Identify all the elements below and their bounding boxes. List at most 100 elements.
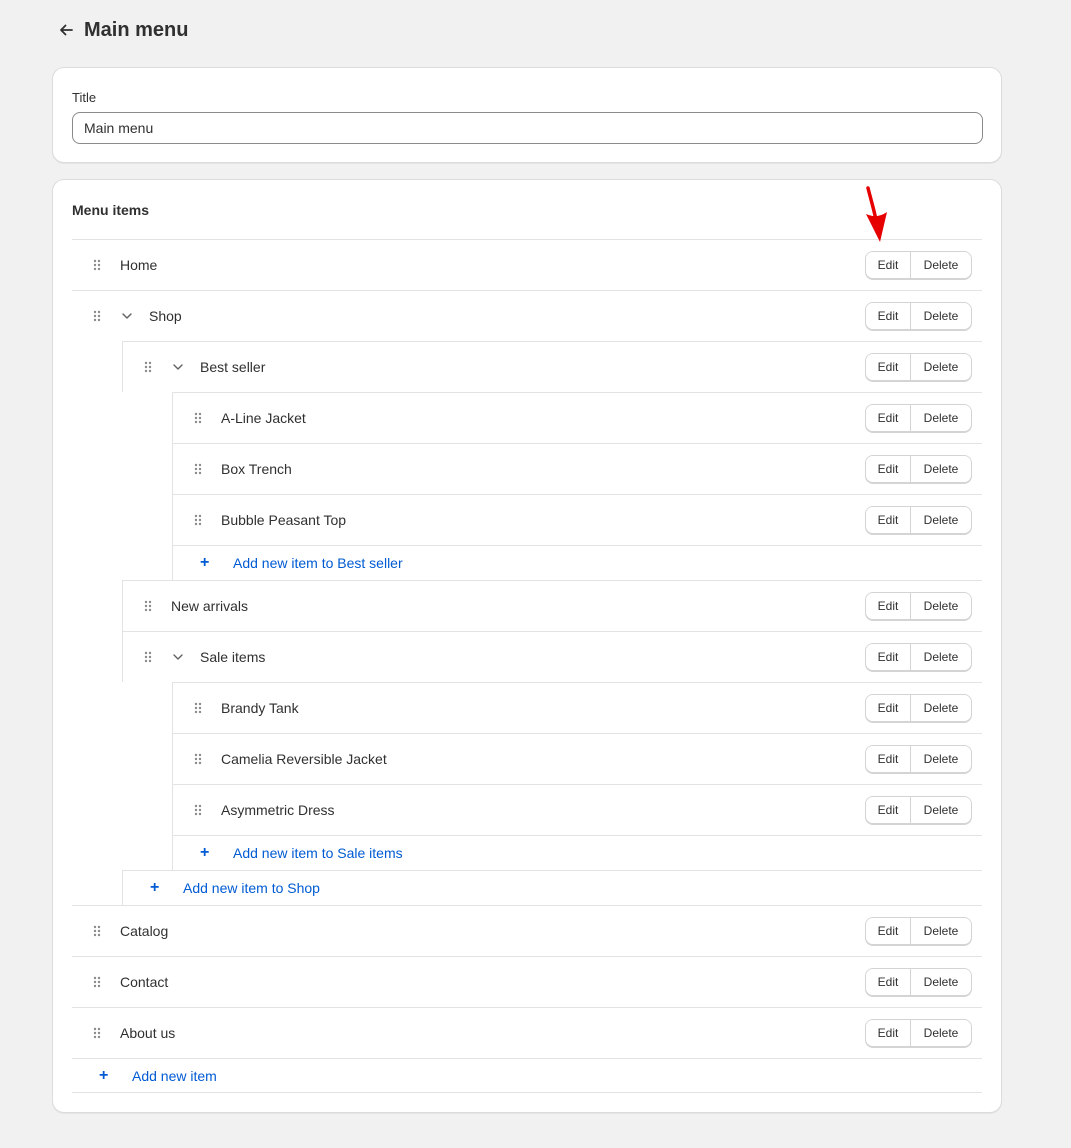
delete-button[interactable]: Delete	[911, 252, 971, 278]
menu-item-best-seller: Best seller Edit Delete	[122, 341, 982, 392]
menu-item-label: Camelia Reversible Jacket	[221, 751, 387, 767]
drag-handle-icon[interactable]	[194, 753, 202, 765]
menu-item-about-us: About us Edit Delete	[72, 1007, 982, 1058]
menu-item-label: Brandy Tank	[221, 700, 299, 716]
plus-icon[interactable]: +	[200, 845, 209, 861]
delete-button[interactable]: Delete	[911, 593, 971, 619]
drag-handle-icon[interactable]	[144, 600, 152, 612]
edit-button[interactable]: Edit	[866, 918, 911, 944]
delete-button[interactable]: Delete	[911, 644, 971, 670]
edit-button[interactable]: Edit	[866, 252, 911, 278]
drag-handle-icon[interactable]	[144, 651, 152, 663]
edit-button[interactable]: Edit	[866, 1020, 911, 1046]
item-action-group: Edit Delete	[865, 968, 972, 996]
item-action-group: Edit Delete	[865, 404, 972, 432]
menu-item-home: Home Edit Delete	[72, 239, 982, 290]
edit-button[interactable]: Edit	[866, 456, 911, 482]
menu-item-catalog: Catalog Edit Delete	[72, 905, 982, 956]
add-new-item-link[interactable]: Add new item	[132, 1068, 217, 1084]
chevron-down-icon[interactable]	[172, 651, 184, 663]
plus-icon[interactable]: +	[200, 555, 209, 571]
menu-item-a-line-jacket: A-Line Jacket Edit Delete	[172, 392, 982, 443]
menu-item-label: Home	[120, 257, 158, 273]
menu-item-label: Bubble Peasant Top	[221, 512, 347, 528]
delete-button[interactable]: Delete	[911, 695, 971, 721]
edit-button[interactable]: Edit	[866, 507, 911, 533]
edit-button[interactable]: Edit	[866, 354, 911, 380]
menu-item-label: Best seller	[200, 359, 266, 375]
drag-handle-icon[interactable]	[93, 925, 101, 937]
drag-handle-icon[interactable]	[194, 804, 202, 816]
add-item-row-best-seller: + Add new item to Best seller	[172, 545, 982, 580]
item-action-group: Edit Delete	[865, 796, 972, 824]
delete-button[interactable]: Delete	[911, 456, 971, 482]
delete-button[interactable]: Delete	[911, 969, 971, 995]
menu-item-asymmetric-dress: Asymmetric Dress Edit Delete	[172, 784, 982, 835]
plus-icon[interactable]: +	[99, 1067, 108, 1084]
drag-handle-icon[interactable]	[93, 259, 101, 271]
item-action-group: Edit Delete	[865, 592, 972, 620]
add-item-row-sale-items: + Add new item to Sale items	[172, 835, 982, 870]
menu-item-label: Sale items	[200, 649, 266, 665]
menu-item-new-arrivals: New arrivals Edit Delete	[122, 580, 982, 631]
edit-button[interactable]: Edit	[866, 593, 911, 619]
delete-button[interactable]: Delete	[911, 405, 971, 431]
item-action-group: Edit Delete	[865, 506, 972, 534]
chevron-down-icon[interactable]	[172, 361, 184, 373]
drag-handle-icon[interactable]	[194, 412, 202, 424]
drag-handle-icon[interactable]	[194, 514, 202, 526]
title-field-label: Title	[72, 90, 97, 105]
item-action-group: Edit Delete	[865, 643, 972, 671]
back-arrow-icon[interactable]	[56, 20, 76, 40]
item-action-group: Edit Delete	[865, 302, 972, 330]
delete-button[interactable]: Delete	[911, 746, 971, 772]
plus-icon[interactable]: +	[150, 880, 159, 896]
item-action-group: Edit Delete	[865, 1019, 972, 1047]
add-item-to-best-seller-link[interactable]: Add new item to Best seller	[233, 555, 403, 571]
title-input[interactable]	[72, 112, 983, 144]
menu-item-shop: Shop Edit Delete	[72, 290, 982, 341]
add-item-to-shop-link[interactable]: Add new item to Shop	[183, 880, 320, 896]
edit-button[interactable]: Edit	[866, 797, 911, 823]
menu-item-label: New arrivals	[171, 598, 249, 614]
menu-items-card: Menu items Home Edit Delete Shop Edit De…	[52, 179, 1002, 1113]
drag-handle-icon[interactable]	[144, 361, 152, 373]
drag-handle-icon[interactable]	[194, 702, 202, 714]
page-title: Main menu	[84, 18, 189, 41]
edit-button[interactable]: Edit	[866, 969, 911, 995]
menu-item-label: Box Trench	[221, 461, 292, 477]
red-arrow-annotation-icon	[866, 186, 887, 242]
menu-item-camelia-reversible-jacket: Camelia Reversible Jacket Edit Delete	[172, 733, 982, 784]
chevron-down-icon[interactable]	[121, 310, 133, 322]
menu-item-label: Catalog	[120, 923, 169, 939]
menu-item-bubble-peasant-top: Bubble Peasant Top Edit Delete	[172, 494, 982, 545]
edit-button[interactable]: Edit	[866, 644, 911, 670]
menu-item-label: Contact	[120, 974, 169, 990]
menu-item-brandy-tank: Brandy Tank Edit Delete	[172, 682, 982, 733]
delete-button[interactable]: Delete	[911, 1020, 971, 1046]
drag-handle-icon[interactable]	[93, 976, 101, 988]
item-action-group: Edit Delete	[865, 694, 972, 722]
edit-button[interactable]: Edit	[866, 405, 911, 431]
item-action-group: Edit Delete	[865, 917, 972, 945]
drag-handle-icon[interactable]	[93, 310, 101, 322]
delete-button[interactable]: Delete	[911, 507, 971, 533]
edit-button[interactable]: Edit	[866, 695, 911, 721]
delete-button[interactable]: Delete	[911, 918, 971, 944]
menu-item-contact: Contact Edit Delete	[72, 956, 982, 1007]
delete-button[interactable]: Delete	[911, 303, 971, 329]
delete-button[interactable]: Delete	[911, 354, 971, 380]
drag-handle-icon[interactable]	[93, 1027, 101, 1039]
add-item-to-sale-items-link[interactable]: Add new item to Sale items	[233, 845, 403, 861]
delete-button[interactable]: Delete	[911, 797, 971, 823]
item-action-group: Edit Delete	[865, 745, 972, 773]
item-action-group: Edit Delete	[865, 455, 972, 483]
edit-button[interactable]: Edit	[866, 746, 911, 772]
menu-item-label: About us	[120, 1025, 176, 1041]
menu-item-label: A-Line Jacket	[221, 410, 306, 426]
menu-item-box-trench: Box Trench Edit Delete	[172, 443, 982, 494]
drag-handle-icon[interactable]	[194, 463, 202, 475]
page-header: Main menu	[56, 16, 188, 44]
item-action-group: Edit Delete	[865, 251, 972, 279]
edit-button[interactable]: Edit	[866, 303, 911, 329]
